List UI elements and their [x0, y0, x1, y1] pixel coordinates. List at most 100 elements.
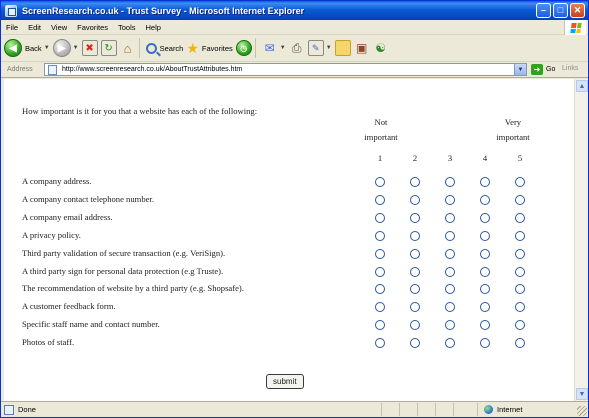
- rating-radio-1[interactable]: [375, 194, 385, 205]
- menu-tools[interactable]: Tools: [113, 23, 141, 32]
- scroll-down-arrow-icon[interactable]: ▼: [576, 388, 588, 400]
- rating-radio-1[interactable]: [375, 338, 385, 349]
- rating-radio-5[interactable]: [515, 248, 525, 259]
- rating-radio-1[interactable]: [375, 212, 385, 223]
- rating-radio-1[interactable]: [375, 248, 385, 259]
- edit-button[interactable]: ✎ ▼: [307, 40, 332, 56]
- rating-radio-1[interactable]: [375, 320, 385, 331]
- rating-radio-1[interactable]: [375, 284, 385, 295]
- vertical-scrollbar[interactable]: ▲ ▼: [574, 79, 588, 401]
- rating-radio-5[interactable]: [515, 230, 525, 241]
- standard-toolbar: ◀ Back ▼ ▶ ▼ ✖ ↻ ⌂ Search ★ Favorites ◷: [1, 35, 588, 62]
- rating-radio-2[interactable]: [410, 266, 420, 277]
- forward-arrow-icon: ▶: [52, 39, 71, 57]
- search-label: Search: [159, 43, 184, 53]
- rating-radio-2[interactable]: [410, 302, 420, 313]
- rating-radio-4[interactable]: [480, 212, 490, 223]
- history-button[interactable]: ◷: [235, 40, 252, 56]
- zone-text: Internet: [497, 405, 523, 414]
- address-input[interactable]: http://www.screenresearch.co.uk/AboutTru…: [44, 63, 527, 76]
- rating-radio-4[interactable]: [480, 177, 490, 187]
- menu-help[interactable]: Help: [141, 23, 166, 32]
- survey-item-label: A company email address.: [22, 211, 113, 222]
- menu-edit[interactable]: Edit: [23, 23, 46, 32]
- rating-radio-4[interactable]: [480, 320, 490, 331]
- research-button[interactable]: ▣: [354, 40, 370, 56]
- rating-radio-3[interactable]: [445, 338, 455, 349]
- menu-file[interactable]: File: [1, 23, 23, 32]
- rating-radio-3[interactable]: [445, 284, 455, 295]
- rating-radio-1[interactable]: [375, 230, 385, 241]
- address-dropdown-button[interactable]: ▼: [514, 64, 526, 75]
- back-button[interactable]: ◀ Back ▼: [4, 39, 50, 57]
- home-button[interactable]: ⌂: [120, 40, 136, 56]
- page-content: How important is it for you that a websi…: [4, 79, 574, 401]
- rating-radio-4[interactable]: [480, 194, 490, 205]
- edit-page-icon: ✎: [307, 40, 324, 56]
- scroll-up-arrow-icon[interactable]: ▲: [576, 80, 588, 92]
- rating-radio-2[interactable]: [410, 230, 420, 241]
- rating-radio-3[interactable]: [445, 230, 455, 241]
- rating-radio-2[interactable]: [410, 338, 420, 349]
- status-bar: Done Internet: [1, 401, 588, 417]
- submit-button[interactable]: submit: [266, 374, 304, 389]
- rating-radio-3[interactable]: [445, 212, 455, 223]
- menu-view[interactable]: View: [46, 23, 72, 32]
- go-label: Go: [546, 66, 556, 73]
- rating-radio-3[interactable]: [445, 266, 455, 277]
- minimize-button[interactable]: –: [536, 3, 551, 18]
- stop-button[interactable]: ✖: [81, 40, 98, 56]
- scale-low-label: Not important: [364, 117, 398, 142]
- address-url: http://www.screenresearch.co.uk/AboutTru…: [62, 66, 243, 73]
- mail-button[interactable]: ✉ ▼: [262, 40, 286, 56]
- rating-radio-2[interactable]: [410, 320, 420, 331]
- scale-high-label: Very important: [496, 117, 530, 142]
- rating-radio-3[interactable]: [445, 177, 455, 187]
- refresh-button[interactable]: ↻: [100, 40, 117, 56]
- rating-radio-4[interactable]: [480, 266, 490, 277]
- search-button[interactable]: Search: [145, 42, 184, 54]
- address-bar: Address http://www.screenresearch.co.uk/…: [1, 62, 588, 78]
- rating-radio-4[interactable]: [480, 302, 490, 313]
- rating-radio-2[interactable]: [410, 248, 420, 259]
- go-button[interactable]: ➜ Go: [531, 64, 555, 75]
- maximize-button[interactable]: □: [553, 3, 568, 18]
- rating-radio-5[interactable]: [515, 266, 525, 277]
- messenger-button[interactable]: ☯: [373, 40, 389, 56]
- close-button[interactable]: ✕: [570, 3, 585, 18]
- chevron-down-icon: ▼: [279, 45, 286, 51]
- rating-radio-2[interactable]: [410, 284, 420, 295]
- rating-radio-2[interactable]: [410, 194, 420, 205]
- rating-radio-2[interactable]: [410, 177, 420, 187]
- rating-radio-3[interactable]: [445, 302, 455, 313]
- rating-radio-4[interactable]: [480, 284, 490, 295]
- forward-button[interactable]: ▶ ▼: [52, 39, 79, 57]
- resize-grip-icon[interactable]: [577, 406, 587, 416]
- favorites-button[interactable]: ★ Favorites: [186, 40, 232, 57]
- rating-radio-5[interactable]: [515, 320, 525, 331]
- rating-radio-5[interactable]: [515, 194, 525, 205]
- rating-radio-3[interactable]: [445, 248, 455, 259]
- internet-globe-icon: [484, 405, 493, 414]
- rating-radio-1[interactable]: [375, 177, 385, 187]
- print-button[interactable]: ⎙: [289, 40, 305, 56]
- rating-radio-2[interactable]: [410, 212, 420, 223]
- rating-radio-4[interactable]: [480, 248, 490, 259]
- home-icon: ⌂: [123, 40, 132, 56]
- rating-radio-5[interactable]: [515, 284, 525, 295]
- rating-radio-4[interactable]: [480, 230, 490, 241]
- rating-radio-3[interactable]: [445, 194, 455, 205]
- links-label[interactable]: Links: [562, 65, 578, 72]
- rating-radio-5[interactable]: [515, 212, 525, 223]
- scale-number-4: 4: [482, 153, 488, 163]
- rating-radio-1[interactable]: [375, 302, 385, 313]
- menu-favorites[interactable]: Favorites: [72, 23, 113, 32]
- folder-button[interactable]: [334, 40, 351, 56]
- search-icon: [145, 42, 157, 54]
- rating-radio-5[interactable]: [515, 302, 525, 313]
- rating-radio-5[interactable]: [515, 338, 525, 349]
- rating-radio-5[interactable]: [515, 177, 525, 187]
- rating-radio-3[interactable]: [445, 320, 455, 331]
- rating-radio-4[interactable]: [480, 338, 490, 349]
- rating-radio-1[interactable]: [375, 266, 385, 277]
